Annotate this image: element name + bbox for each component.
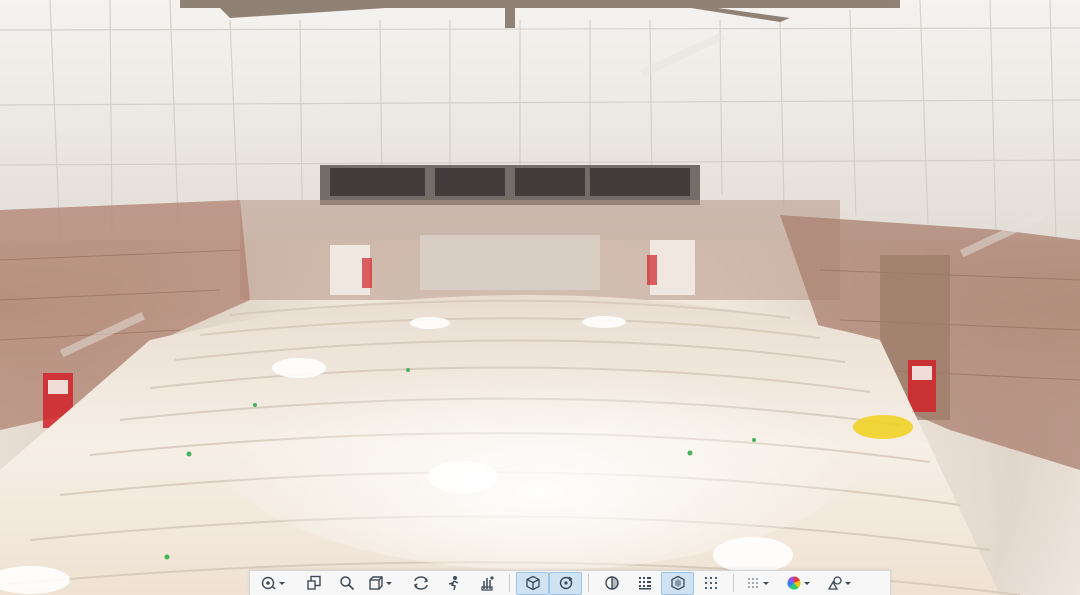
box-select-button[interactable] bbox=[661, 571, 694, 595]
stage-truss bbox=[320, 165, 700, 205]
fire-sign bbox=[362, 258, 372, 288]
walk-icon bbox=[448, 576, 458, 591]
point-cloud-scene bbox=[0, 0, 1080, 595]
half-circle-icon bbox=[604, 576, 619, 590]
section-box-icon bbox=[525, 575, 540, 591]
chevron-down-icon bbox=[803, 582, 810, 585]
section-box-button[interactable] bbox=[516, 571, 549, 595]
chevron-down-icon bbox=[278, 582, 285, 585]
fit-view-icon bbox=[306, 575, 321, 590]
sign-plate bbox=[48, 380, 68, 394]
toolbar-separator bbox=[733, 574, 734, 592]
settings-button[interactable] bbox=[822, 572, 855, 595]
points-button[interactable] bbox=[628, 572, 661, 595]
view-cube-button[interactable] bbox=[363, 572, 396, 595]
section-rotate-icon bbox=[559, 576, 573, 590]
density-icon bbox=[747, 578, 758, 588]
zoom-button[interactable] bbox=[330, 572, 363, 595]
color-mode-button[interactable] bbox=[781, 572, 814, 595]
pan-button[interactable] bbox=[470, 572, 503, 595]
dot-grid-icon bbox=[704, 576, 717, 590]
shapes-settings-icon bbox=[827, 576, 842, 590]
chevron-down-icon bbox=[844, 582, 851, 585]
light-glow bbox=[210, 310, 870, 570]
fit-view-button[interactable] bbox=[297, 572, 330, 595]
walk-button[interactable] bbox=[437, 572, 470, 595]
chevron-down-icon bbox=[762, 582, 769, 585]
orbit-navigation-icon bbox=[261, 576, 275, 590]
chevron-down-icon bbox=[385, 582, 392, 585]
rotate-icon bbox=[413, 576, 428, 590]
view-cube-icon bbox=[368, 576, 383, 590]
fire-sign bbox=[647, 255, 657, 285]
viewer-toolbar bbox=[249, 570, 891, 595]
target-marker bbox=[853, 415, 913, 439]
pan-icon bbox=[480, 576, 494, 591]
color-wheel-icon bbox=[786, 576, 801, 590]
stage-opening bbox=[420, 235, 600, 290]
half-view-button[interactable] bbox=[595, 572, 628, 595]
toolbar-separator bbox=[509, 574, 510, 592]
density-button[interactable] bbox=[740, 572, 773, 595]
hexagon-box-icon bbox=[670, 575, 685, 591]
toolbar-separator bbox=[588, 574, 589, 592]
point-grid-icon bbox=[638, 577, 651, 590]
section-rotate-button[interactable] bbox=[549, 571, 582, 595]
dot-grid-button[interactable] bbox=[694, 572, 727, 595]
sign-plate bbox=[912, 366, 932, 380]
rotate-button[interactable] bbox=[404, 572, 437, 595]
orbit-navigation-button[interactable] bbox=[256, 572, 289, 595]
point-cloud-viewport[interactable] bbox=[0, 0, 1080, 595]
zoom-icon bbox=[339, 576, 354, 591]
